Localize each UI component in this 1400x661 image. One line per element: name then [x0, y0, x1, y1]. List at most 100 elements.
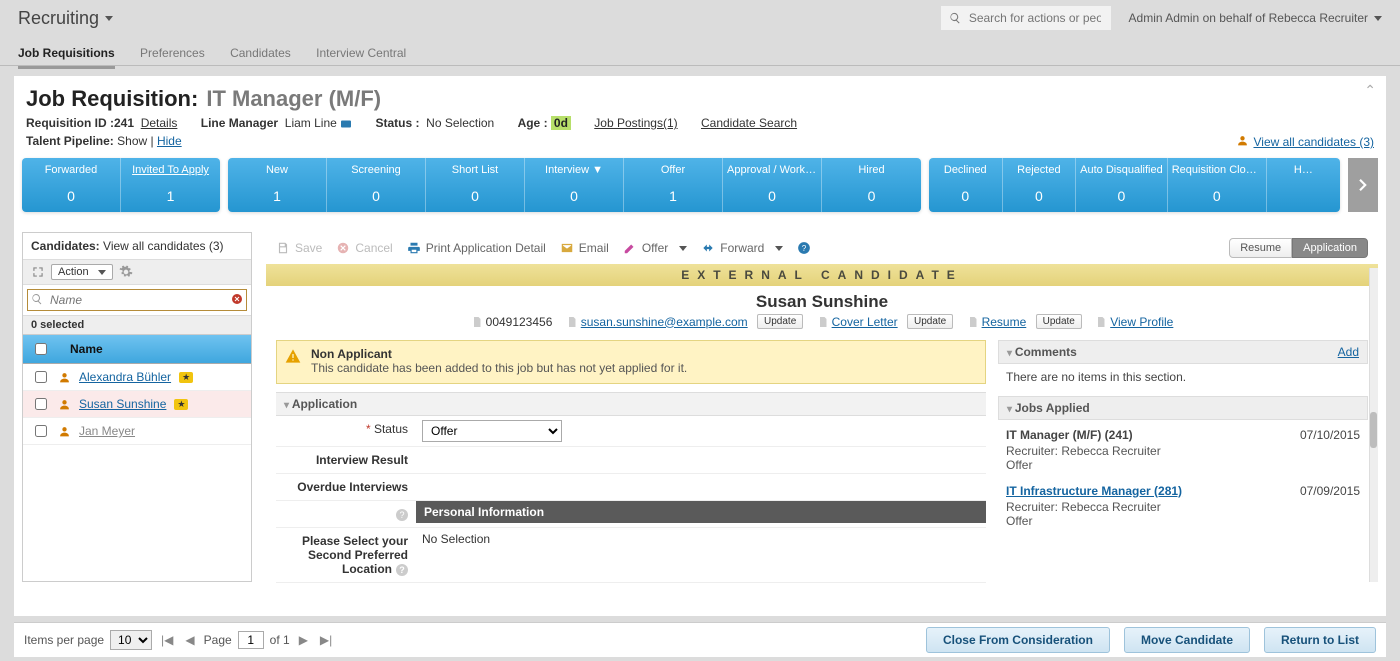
comments-header[interactable]: CommentsAdd — [998, 340, 1368, 364]
last-page[interactable]: ▶| — [317, 633, 335, 647]
job-postings-link[interactable]: Job Postings(1) — [594, 116, 677, 130]
first-page[interactable]: |◀ — [158, 633, 176, 647]
candidate-row[interactable]: Alexandra Bühler ★ — [23, 364, 251, 391]
view-profile-link[interactable]: View Profile — [1110, 315, 1173, 329]
details-link[interactable]: Details — [141, 116, 178, 130]
personal-information-header: Personal Information — [416, 501, 986, 523]
email-button[interactable]: Email — [560, 241, 609, 255]
pipeline-scroll-right[interactable] — [1348, 158, 1378, 212]
gear-icon[interactable] — [119, 265, 133, 279]
print-button[interactable]: Print Application Detail — [407, 241, 546, 255]
chevron-down-icon — [775, 246, 783, 251]
stage-name: Hired — [826, 164, 917, 176]
expand-icon[interactable] — [31, 265, 45, 279]
req-id-label: Requisition ID : — [26, 116, 114, 130]
person-icon — [58, 398, 71, 411]
contact-card-icon[interactable] — [340, 118, 352, 130]
items-per-page-select[interactable]: 10 — [110, 630, 152, 650]
action-dropdown[interactable]: Action — [51, 264, 113, 280]
pipeline-stage[interactable]: Invited To Apply1 — [121, 158, 220, 212]
secondary-nav: Job Requisitions Preferences Candidates … — [0, 36, 1400, 66]
candidates-label: Candidates: — [31, 239, 100, 253]
chevron-down-icon — [105, 16, 113, 21]
pipeline-stage[interactable]: Hired0 — [822, 158, 921, 212]
candidates-view-all[interactable]: View all candidates (3) — [103, 239, 224, 253]
resume-tab[interactable]: Resume — [1229, 238, 1292, 258]
global-search[interactable] — [941, 6, 1111, 30]
candidate-email[interactable]: susan.sunshine@example.com — [581, 315, 748, 329]
app-menu[interactable]: Recruiting — [18, 8, 113, 29]
candidate-name-filter[interactable] — [27, 289, 247, 311]
pipeline-stage[interactable]: Short List0 — [426, 158, 525, 212]
tab-preferences[interactable]: Preferences — [140, 40, 205, 66]
pipeline-stage[interactable]: Rejected0 — [1003, 158, 1077, 212]
view-all-candidates-link[interactable]: View all candidates (3) — [1236, 134, 1374, 150]
row-checkbox[interactable] — [35, 425, 47, 437]
page-input[interactable] — [238, 631, 264, 649]
pipeline-stage[interactable]: Screening0 — [327, 158, 426, 212]
update-resume-button[interactable]: Update — [1036, 314, 1082, 329]
update-email-button[interactable]: Update — [757, 314, 803, 329]
offer-dropdown[interactable]: Offer — [623, 241, 687, 255]
info-icon[interactable]: ? — [396, 509, 408, 521]
select-all-checkbox[interactable] — [35, 343, 47, 355]
candidate-name-link[interactable]: Susan Sunshine — [79, 397, 166, 411]
row-checkbox[interactable] — [35, 371, 47, 383]
page-title-value: IT Manager (M/F) — [206, 86, 381, 112]
forward-dropdown[interactable]: Forward — [701, 241, 783, 255]
move-candidate-button[interactable]: Move Candidate — [1124, 627, 1250, 653]
pipeline-stage[interactable]: Auto Disqualified0 — [1076, 158, 1168, 212]
status-select[interactable]: Offer — [422, 420, 562, 442]
job-status: Offer — [1006, 514, 1032, 528]
application-section-header[interactable]: Application — [276, 392, 986, 416]
jobs-applied-header[interactable]: Jobs Applied — [998, 396, 1368, 420]
pipeline-stage[interactable]: Declined0 — [929, 158, 1003, 212]
pipeline-stage[interactable]: H… — [1267, 158, 1340, 212]
job-recruiter: Recruiter: Rebecca Recruiter — [1006, 444, 1161, 458]
pipeline-stage[interactable]: Offer1 — [624, 158, 723, 212]
pipeline-stage[interactable]: Requisition Closed0 — [1168, 158, 1267, 212]
person-icon — [1236, 134, 1249, 150]
scrollbar[interactable] — [1369, 268, 1378, 582]
candidate-name-link[interactable]: Alexandra Bühler — [79, 370, 171, 384]
close-from-consideration-button[interactable]: Close From Consideration — [926, 627, 1110, 653]
candidate-search-link[interactable]: Candidate Search — [701, 116, 797, 130]
pipeline-show[interactable]: Show — [117, 134, 147, 148]
tab-candidates[interactable]: Candidates — [230, 40, 291, 66]
user-context-menu[interactable]: Admin Admin on behalf of Rebecca Recruit… — [1129, 11, 1382, 25]
candidate-row[interactable]: Jan Meyer — [23, 418, 251, 445]
add-comment-link[interactable]: Add — [1338, 345, 1359, 359]
stage-count: 0 — [1007, 188, 1072, 204]
resume-link[interactable]: Resume — [982, 315, 1027, 329]
info-icon[interactable]: ? — [396, 564, 408, 576]
prev-page[interactable]: ◀ — [182, 633, 197, 647]
candidate-row[interactable]: Susan Sunshine ★ — [23, 391, 251, 418]
clear-icon[interactable] — [231, 293, 243, 305]
document-icon — [566, 315, 578, 329]
candidate-list-panel: Candidates: View all candidates (3) Acti… — [22, 232, 252, 582]
help-icon[interactable]: ? — [797, 241, 811, 255]
cover-letter-link[interactable]: Cover Letter — [832, 315, 898, 329]
global-search-input[interactable] — [967, 10, 1103, 26]
pipeline-stage[interactable]: Interview ▼0 — [525, 158, 624, 212]
stage-count: 0 — [331, 188, 421, 204]
collapse-page-icon[interactable]: ⌃ — [1364, 82, 1376, 99]
pipeline-stage[interactable]: New1 — [228, 158, 327, 212]
next-page[interactable]: ▶ — [296, 633, 311, 647]
pipeline-hide[interactable]: Hide — [157, 134, 182, 148]
update-cover-letter-button[interactable]: Update — [907, 314, 953, 329]
pipeline-stage[interactable]: Forwarded0 — [22, 158, 121, 212]
pipeline-stage[interactable]: Approval / Works Council0 — [723, 158, 822, 212]
row-checkbox[interactable] — [35, 398, 47, 410]
job-recruiter: Recruiter: Rebecca Recruiter — [1006, 500, 1161, 514]
candidate-badge: ★ — [174, 399, 188, 410]
candidate-name-link[interactable]: Jan Meyer — [79, 424, 135, 438]
return-to-list-button[interactable]: Return to List — [1264, 627, 1376, 653]
application-tab[interactable]: Application — [1292, 238, 1368, 258]
user-context-label: Admin Admin on behalf of Rebecca Recruit… — [1129, 11, 1368, 25]
search-icon — [31, 293, 43, 305]
scrollbar-thumb[interactable] — [1370, 412, 1377, 448]
tab-job-requisitions[interactable]: Job Requisitions — [18, 40, 115, 69]
tab-interview-central[interactable]: Interview Central — [316, 40, 406, 66]
job-title[interactable]: IT Infrastructure Manager (281) — [1006, 484, 1182, 498]
